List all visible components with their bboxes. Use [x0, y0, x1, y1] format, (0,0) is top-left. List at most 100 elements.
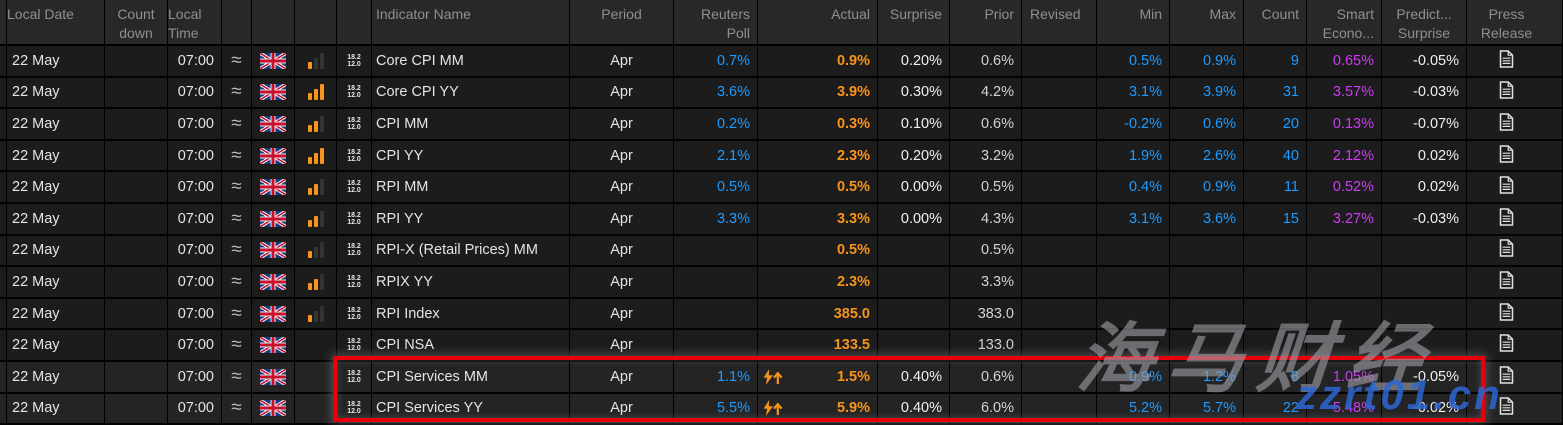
revised [1022, 46, 1097, 78]
importance-bars-icon [295, 204, 337, 236]
col-header-local-date[interactable]: Local Date [7, 0, 105, 46]
revised [1022, 394, 1097, 425]
table-row[interactable]: 22 May07:00≈18.212.0Core CPI MMApr0.7%0.… [0, 46, 1563, 78]
row-edge [0, 109, 7, 141]
prior: 0.5% [950, 172, 1022, 204]
press-release-button[interactable] [1467, 330, 1563, 362]
col-header-surprise[interactable]: Surprise [878, 0, 950, 46]
approx-icon: ≈ [222, 236, 252, 268]
press-release-button[interactable] [1467, 46, 1563, 78]
reuters-poll [674, 267, 758, 299]
period: Apr [570, 330, 674, 362]
indicator-name[interactable]: Core CPI YY [372, 78, 570, 110]
importance-bars-icon [295, 78, 337, 110]
actual: 2.3% [758, 267, 878, 299]
period: Apr [570, 78, 674, 110]
table-row[interactable]: 22 May07:00≈18.212.0CPI YYApr2.1%2.3%0.2… [0, 141, 1563, 173]
min: 5.2% [1097, 394, 1170, 425]
count: 11 [1244, 172, 1307, 204]
uk-flag-icon [252, 141, 295, 173]
indicator-name[interactable]: RPIX YY [372, 267, 570, 299]
indicator-name[interactable]: CPI YY [372, 141, 570, 173]
table-row[interactable]: 22 May07:00≈18.212.0RPIX YYApr2.3%3.3% [0, 267, 1563, 299]
col-header-prediction-surprise[interactable]: Predict...Surprise [1382, 0, 1467, 46]
indicator-name[interactable]: RPI YY [372, 204, 570, 236]
press-release-button[interactable] [1467, 394, 1563, 425]
surprise [878, 236, 950, 268]
press-release-button[interactable] [1467, 299, 1563, 331]
press-release-button[interactable] [1467, 267, 1563, 299]
importance-bars-icon [295, 46, 337, 78]
surprise [878, 299, 950, 331]
surprise: 0.00% [878, 172, 950, 204]
approx-icon: ≈ [222, 172, 252, 204]
col-header-smart-economist[interactable]: SmartEcono... [1307, 0, 1382, 46]
surprise: 0.40% [878, 362, 950, 394]
table-row[interactable]: 22 May07:00≈18.212.0RPI-X (Retail Prices… [0, 236, 1563, 268]
prior: 3.3% [950, 267, 1022, 299]
table-row[interactable]: 22 May07:00≈18.212.0RPI MMApr0.5%0.5%0.0… [0, 172, 1563, 204]
period: Apr [570, 394, 674, 425]
table-row[interactable]: 22 May07:00≈18.212.0RPI IndexApr385.0383… [0, 299, 1563, 331]
indicator-name[interactable]: RPI-X (Retail Prices) MM [372, 236, 570, 268]
col-header-reuters-poll[interactable]: ReutersPoll [674, 0, 758, 46]
col-header-min[interactable]: Min [1097, 0, 1170, 46]
press-release-button[interactable] [1467, 109, 1563, 141]
indicator-name[interactable]: CPI MM [372, 109, 570, 141]
min: 1.9% [1097, 141, 1170, 173]
table-row[interactable]: 22 May07:00≈18.212.0RPI YYApr3.3%3.3%0.0… [0, 204, 1563, 236]
col-header-local-time[interactable]: LocalTime [168, 0, 222, 46]
row-edge [0, 394, 7, 425]
col-header-revised[interactable]: Revised [1022, 0, 1097, 46]
count [1244, 330, 1307, 362]
table-row[interactable]: 22 May07:00≈18.212.0CPI Services MMApr1.… [0, 362, 1563, 394]
indicator-name[interactable]: RPI MM [372, 172, 570, 204]
importance-bars-icon [295, 299, 337, 331]
press-release-button[interactable] [1467, 172, 1563, 204]
min: -0.2% [1097, 109, 1170, 141]
reuters-poll: 3.6% [674, 78, 758, 110]
min: 3.1% [1097, 204, 1170, 236]
indicator-name[interactable]: CPI NSA [372, 330, 570, 362]
indicator-name[interactable]: CPI Services YY [372, 394, 570, 425]
flash-update-icon [762, 369, 783, 385]
press-release-button[interactable] [1467, 362, 1563, 394]
economic-data-icon: 18.212.0 [337, 141, 372, 173]
indicator-name[interactable]: RPI Index [372, 299, 570, 331]
min: 0.9% [1097, 362, 1170, 394]
local-time: 07:00 [168, 330, 222, 362]
table-row[interactable]: 22 May07:00≈18.212.0Core CPI YYApr3.6%3.… [0, 78, 1563, 110]
row-edge [0, 236, 7, 268]
count: 40 [1244, 141, 1307, 173]
approx-icon: ≈ [222, 46, 252, 78]
col-header-prior[interactable]: Prior [950, 0, 1022, 46]
col-header-importance [295, 0, 337, 46]
col-header-period[interactable]: Period [570, 0, 674, 46]
press-release-button[interactable] [1467, 204, 1563, 236]
press-release-button[interactable] [1467, 236, 1563, 268]
approx-icon: ≈ [222, 78, 252, 110]
col-header-press-release[interactable]: PressRelease [1467, 0, 1563, 46]
local-time: 07:00 [168, 46, 222, 78]
indicator-name[interactable]: CPI Services MM [372, 362, 570, 394]
revised [1022, 172, 1097, 204]
table-row[interactable]: 22 May07:00≈18.212.0CPI Services YYApr5.… [0, 394, 1563, 425]
col-header-actual[interactable]: Actual [758, 0, 878, 46]
table-row[interactable]: 22 May07:00≈18.212.0CPI MMApr0.2%0.3%0.1… [0, 109, 1563, 141]
document-icon [1499, 397, 1514, 419]
economic-data-icon: 18.212.0 [337, 109, 372, 141]
press-release-button[interactable] [1467, 78, 1563, 110]
reuters-poll [674, 299, 758, 331]
col-header-max[interactable]: Max [1170, 0, 1244, 46]
prediction-surprise: -0.05% [1382, 46, 1467, 78]
actual: 0.3% [758, 109, 878, 141]
col-header-countdown[interactable]: Countdown [105, 0, 168, 46]
importance-bars-icon [295, 141, 337, 173]
press-release-button[interactable] [1467, 141, 1563, 173]
prior: 0.6% [950, 46, 1022, 78]
table-row[interactable]: 22 May07:00≈18.212.0CPI NSAApr133.5133.0 [0, 330, 1563, 362]
approx-icon: ≈ [222, 299, 252, 331]
col-header-count[interactable]: Count [1244, 0, 1307, 46]
indicator-name[interactable]: Core CPI MM [372, 46, 570, 78]
col-header-indicator-name[interactable]: Indicator Name [372, 0, 570, 46]
